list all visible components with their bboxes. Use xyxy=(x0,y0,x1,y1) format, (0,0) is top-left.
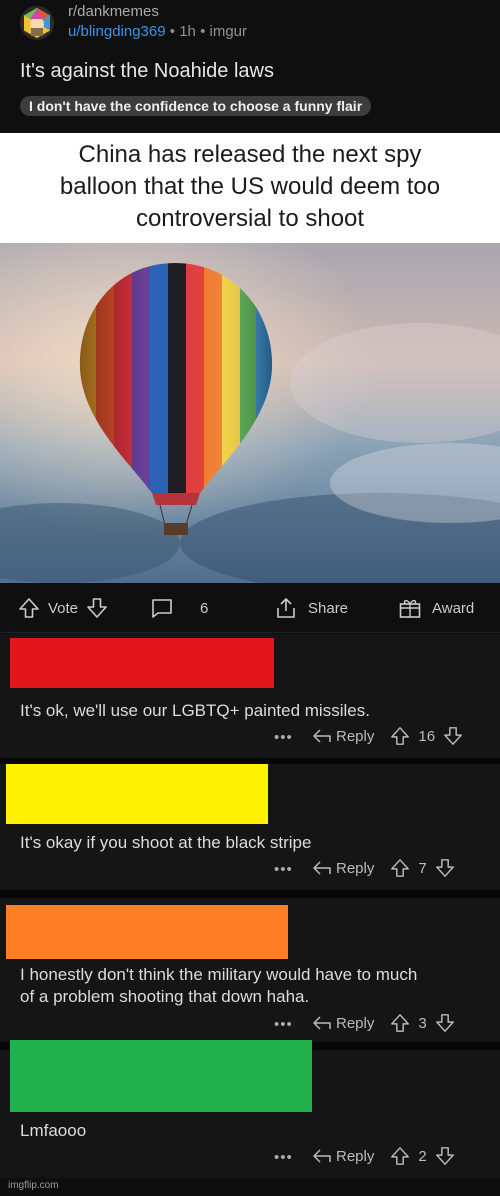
post-title[interactable]: It's against the Noahide laws xyxy=(20,60,274,83)
reply-icon[interactable] xyxy=(312,1014,332,1032)
comment-icon xyxy=(152,599,172,618)
more-options-icon[interactable]: ••• xyxy=(274,729,293,746)
downvote-icon[interactable] xyxy=(435,1013,455,1033)
redacted-username xyxy=(6,905,288,959)
redacted-username xyxy=(10,638,274,688)
comment-count: 6 xyxy=(200,599,209,617)
meta-separator: • xyxy=(169,23,176,40)
reply-icon[interactable] xyxy=(312,727,332,745)
comment-actions: Reply 16 xyxy=(312,725,463,747)
comment-text: It's ok, we'll use our LGBTQ+ painted mi… xyxy=(20,701,370,720)
meme-caption-line: balloon that the US would deem too xyxy=(59,173,441,200)
post-age: 1h xyxy=(179,23,196,40)
post-image[interactable]: China has released the next spy balloon … xyxy=(0,133,500,583)
comment-text-line: I honestly don't think the military woul… xyxy=(20,965,418,984)
redacted-username xyxy=(6,764,268,824)
post-header: r/dankmemes u/blingding369 • 1h • imgur … xyxy=(0,0,500,133)
comment-text: Lmfaooo xyxy=(20,1121,87,1140)
reply-button[interactable]: Reply xyxy=(336,1015,374,1032)
vote-label: Vote xyxy=(48,599,79,617)
award-button[interactable]: Award xyxy=(398,597,474,619)
downvote-icon[interactable] xyxy=(443,726,463,746)
post-author[interactable]: u/blingding369 xyxy=(68,23,166,40)
downvote-icon[interactable] xyxy=(435,1146,455,1166)
reply-button[interactable]: Reply xyxy=(336,728,374,745)
more-options-icon[interactable]: ••• xyxy=(274,861,293,878)
downvote-icon[interactable] xyxy=(435,858,455,878)
comment-actions: Reply 2 xyxy=(312,1145,455,1167)
comment: It's ok, we'll use our LGBTQ+ painted mi… xyxy=(0,634,500,758)
comment: Lmfaooo ••• Reply 2 xyxy=(0,1040,500,1178)
comment-text: It's okay if you shoot at the black stri… xyxy=(20,833,312,852)
comment-score: 2 xyxy=(418,1147,427,1165)
upvote-icon[interactable] xyxy=(390,858,410,878)
meme-caption-box: China has released the next spy balloon … xyxy=(0,133,500,243)
vote-control: Vote xyxy=(18,597,108,619)
redacted-username xyxy=(10,1040,312,1112)
comments-button[interactable]: 6 xyxy=(150,597,208,619)
upvote-icon[interactable] xyxy=(390,1013,410,1033)
share-label: Share xyxy=(308,599,349,617)
post-domain[interactable]: imgur xyxy=(210,23,248,40)
more-options-icon[interactable]: ••• xyxy=(274,1016,293,1033)
post-action-bar: Vote 6 Share Award xyxy=(0,583,500,633)
reply-button[interactable]: Reply xyxy=(336,1148,374,1165)
share-button[interactable]: Share xyxy=(274,597,348,619)
comment-divider xyxy=(0,890,500,898)
reply-icon[interactable] xyxy=(312,1147,332,1165)
comment-text-line: of a problem shooting that down haha. xyxy=(20,987,310,1006)
reply-button[interactable]: Reply xyxy=(336,860,374,877)
post-meta: u/blingding369 • 1h • imgur xyxy=(68,23,247,40)
meme-caption-line: China has released the next spy xyxy=(78,141,422,168)
comment: I honestly don't think the military woul… xyxy=(0,898,500,1042)
reply-icon[interactable] xyxy=(312,859,332,877)
watermark: imgflip.com xyxy=(8,1180,59,1191)
upvote-icon[interactable] xyxy=(390,726,410,746)
meme-caption-line: controversial to shoot xyxy=(135,205,365,232)
upvote-icon[interactable] xyxy=(390,1146,410,1166)
downvote-icon[interactable] xyxy=(86,597,108,619)
subreddit-name[interactable]: r/dankmemes xyxy=(68,3,159,20)
comment-score: 7 xyxy=(418,859,427,877)
comment-actions: Reply 7 xyxy=(312,857,455,879)
subreddit-avatar[interactable] xyxy=(20,6,54,40)
award-icon xyxy=(399,599,421,618)
more-options-icon[interactable]: ••• xyxy=(274,1149,293,1166)
post-flair[interactable]: I don't have the confidence to choose a … xyxy=(20,96,372,116)
share-icon xyxy=(277,598,295,618)
comment-actions: Reply 3 xyxy=(312,1012,455,1034)
comment: It's okay if you shoot at the black stri… xyxy=(0,764,500,890)
hot-air-balloon-photo xyxy=(0,243,500,583)
award-label: Award xyxy=(432,599,475,617)
upvote-icon[interactable] xyxy=(18,597,40,619)
comment-score: 16 xyxy=(418,727,436,745)
meta-separator: • xyxy=(200,23,206,40)
comment-score: 3 xyxy=(418,1014,427,1032)
